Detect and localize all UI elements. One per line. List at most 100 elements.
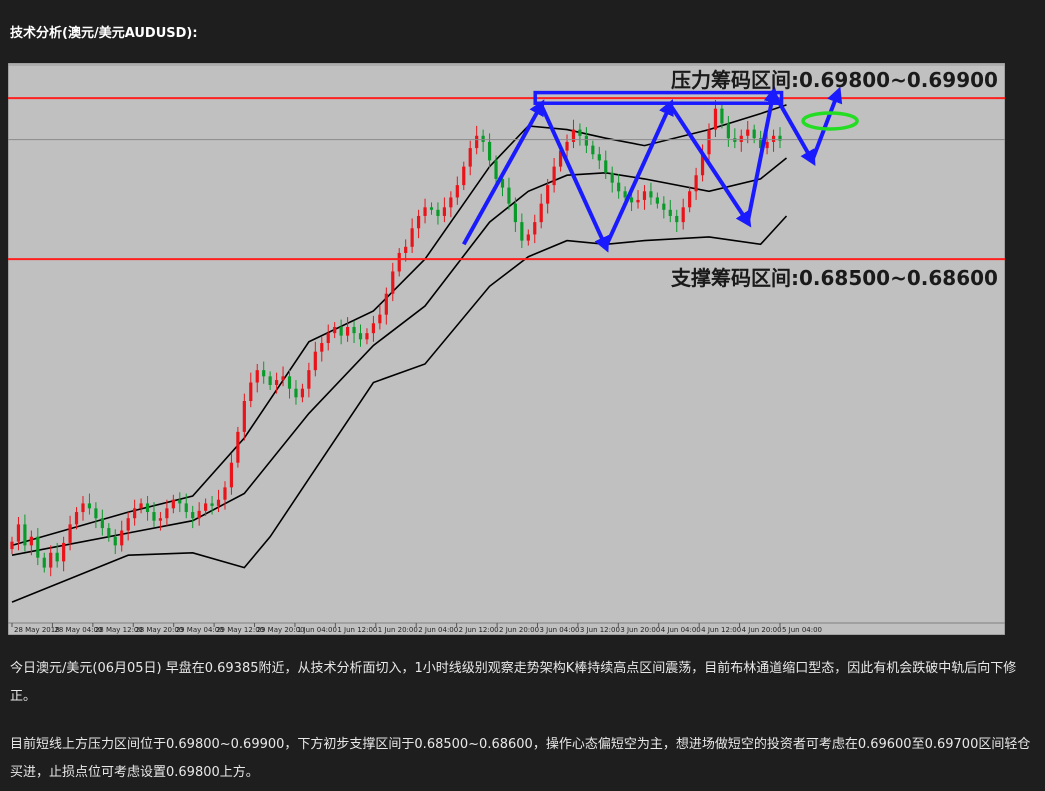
candle-body bbox=[158, 518, 163, 521]
x-tick-label: 1 Jun 12:00 bbox=[337, 626, 377, 634]
x-tick-label: 2 Jun 04:00 bbox=[418, 626, 458, 634]
candle-body bbox=[378, 314, 382, 324]
candle-body bbox=[204, 503, 208, 511]
candle-body bbox=[771, 135, 776, 142]
candle-body bbox=[475, 135, 479, 149]
price-chart[interactable]: 0.698050.694690.68500 0.700250.698550.69… bbox=[7, 62, 1040, 636]
candle-body bbox=[462, 166, 466, 186]
candle-body bbox=[23, 524, 27, 546]
candle-body bbox=[262, 370, 266, 377]
page-title: 技术分析(澳元/美元AUDUSD): bbox=[10, 26, 198, 41]
candle-body bbox=[313, 351, 317, 371]
candle-body bbox=[126, 518, 130, 531]
candle-body bbox=[642, 191, 647, 200]
candle-body bbox=[197, 510, 201, 519]
x-tick-label: 2 Jun 20:00 bbox=[499, 626, 539, 634]
candle-body bbox=[513, 203, 517, 223]
candle-body bbox=[636, 199, 640, 203]
candle-body bbox=[55, 552, 59, 562]
x-tick-label: 4 Jun 12:00 bbox=[701, 626, 741, 634]
x-tick-label: 4 Jun 20:00 bbox=[742, 626, 782, 634]
x-tick-label: 3 Jun 04:00 bbox=[539, 626, 579, 634]
candle-body bbox=[339, 326, 343, 336]
candle-body bbox=[629, 197, 634, 203]
candle-body bbox=[287, 376, 292, 389]
candle-body bbox=[352, 326, 356, 334]
candle-body bbox=[533, 222, 537, 235]
candle-body bbox=[81, 503, 85, 513]
candle-body bbox=[597, 154, 601, 161]
candle-body bbox=[384, 293, 388, 315]
candle-body bbox=[655, 197, 659, 204]
candle-body bbox=[591, 145, 595, 155]
candle-body bbox=[391, 271, 395, 294]
candle-body bbox=[42, 557, 46, 568]
candle-body bbox=[726, 123, 730, 139]
x-tick-label: 1 Jun 04:00 bbox=[297, 626, 337, 634]
candle-body bbox=[281, 376, 285, 381]
candle-body bbox=[326, 333, 330, 344]
candle-body bbox=[436, 209, 440, 216]
candle-body bbox=[617, 182, 621, 192]
candle-body bbox=[268, 376, 272, 385]
candle-body bbox=[429, 207, 434, 210]
candle-body bbox=[107, 528, 111, 537]
candle-body bbox=[68, 524, 72, 543]
candle-body bbox=[16, 524, 21, 542]
candle-body bbox=[681, 207, 685, 223]
candle-body bbox=[255, 370, 259, 383]
candle-body bbox=[397, 252, 401, 272]
candle-body bbox=[468, 148, 472, 167]
candle-body bbox=[423, 207, 427, 216]
candle-body bbox=[668, 209, 672, 216]
candle-body bbox=[87, 503, 92, 509]
candle-body bbox=[333, 326, 337, 334]
x-tick-label: 1 Jun 20:00 bbox=[378, 626, 418, 634]
candle-body bbox=[358, 333, 363, 340]
candle-body bbox=[275, 380, 279, 385]
candle-body bbox=[178, 499, 182, 504]
x-tick-label: 3 Jun 20:00 bbox=[620, 626, 660, 634]
candle-body bbox=[120, 530, 124, 546]
x-tick-label: 4 Jun 04:00 bbox=[661, 626, 701, 634]
candle-body bbox=[365, 333, 369, 340]
x-tick-label: 3 Jun 12:00 bbox=[580, 626, 620, 634]
candle-body bbox=[713, 108, 718, 130]
candle-body bbox=[345, 326, 350, 336]
analysis-paragraph-1: 今日澳元/美元(06月05日) 早盘在0.69385附近，从技术分析面切入，1小… bbox=[10, 661, 1017, 704]
x-tick-label: 28 May 2018 bbox=[14, 626, 60, 634]
candle-body bbox=[623, 191, 627, 198]
x-tick-label: 5 Jun 04:00 bbox=[782, 626, 822, 634]
chart-svg: 0.698050.694690.68500 0.700250.698550.69… bbox=[7, 62, 1040, 636]
candle-body bbox=[152, 512, 156, 521]
candle-body bbox=[410, 228, 414, 247]
candle-body bbox=[604, 160, 608, 173]
candle-body bbox=[74, 512, 79, 525]
candle-body bbox=[371, 323, 376, 334]
candle-body bbox=[184, 503, 188, 513]
candle-body bbox=[507, 187, 511, 204]
candle-body bbox=[610, 172, 614, 183]
analysis-paragraph-2: 目前短线上方压力区间位于0.69800~0.69900，下方初步支撑区间于0.6… bbox=[10, 737, 1031, 780]
candle-body bbox=[113, 536, 117, 546]
candle-body bbox=[487, 141, 492, 161]
candle-body bbox=[249, 382, 253, 402]
candle-body bbox=[520, 222, 524, 241]
candle-body bbox=[481, 135, 485, 142]
candle-body bbox=[720, 108, 724, 124]
candle-body bbox=[307, 370, 311, 389]
resistance-label: 压力筹码区间:0.69800~0.69900 bbox=[671, 68, 998, 92]
candle-body bbox=[584, 135, 588, 146]
candle-body bbox=[242, 401, 246, 432]
candle-body bbox=[10, 541, 14, 550]
candle-body bbox=[229, 462, 234, 488]
candle-body bbox=[546, 185, 550, 204]
candle-body bbox=[746, 129, 750, 136]
candle-body bbox=[649, 191, 653, 198]
candle-body bbox=[29, 536, 33, 546]
candle-body bbox=[707, 129, 711, 155]
candle-body bbox=[765, 141, 769, 149]
candle-body bbox=[100, 518, 104, 529]
candle-body bbox=[236, 431, 240, 463]
candle-body bbox=[139, 503, 143, 509]
